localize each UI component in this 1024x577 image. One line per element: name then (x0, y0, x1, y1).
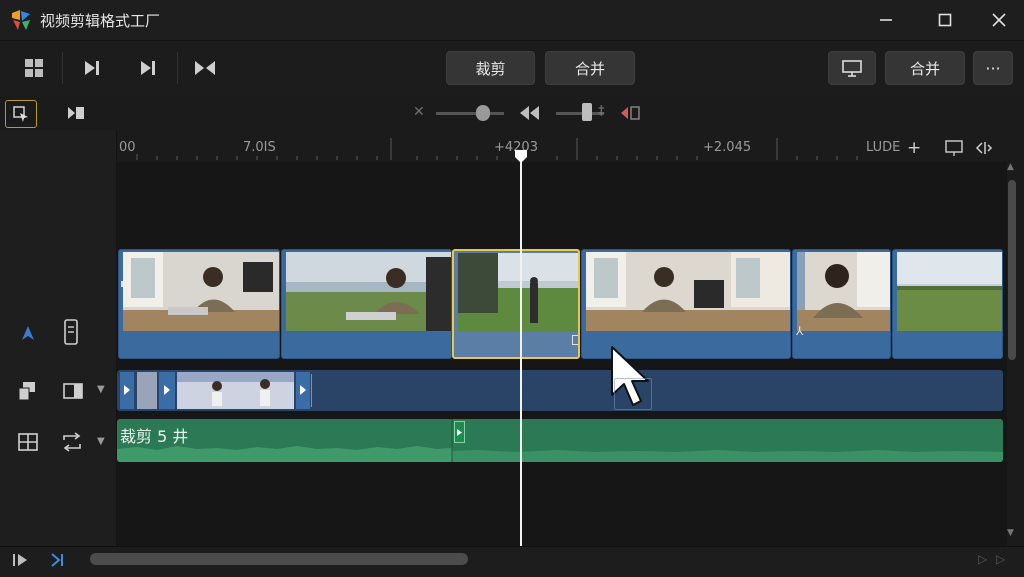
video-clip[interactable] (118, 249, 280, 359)
collapse-icon[interactable] (974, 139, 994, 161)
preview-screen-button[interactable] (828, 51, 876, 85)
overlay-clip-divider (311, 374, 312, 407)
window-title: 视频剪辑格式工厂 (40, 12, 161, 30)
toolbar-divider (62, 52, 63, 84)
overlay-clip-marker[interactable] (296, 372, 310, 409)
overlay-clip-marker[interactable] (159, 372, 175, 409)
skip-to-end-icon[interactable] (133, 54, 163, 82)
go-to-start-icon[interactable] (11, 552, 31, 572)
scroll-right-icon[interactable]: ▷ (978, 552, 987, 566)
overlay-track-icon[interactable] (62, 382, 84, 404)
playhead-handle[interactable] (513, 148, 529, 164)
playhead-line[interactable] (520, 150, 522, 546)
loop-icon[interactable] (60, 432, 84, 456)
merge-right-button[interactable]: 合并 (885, 51, 965, 85)
clip-corner-handle[interactable] (572, 335, 578, 345)
track-header-panel (0, 130, 117, 546)
video-clip[interactable]: ⅄ (792, 249, 891, 359)
zoom-slider-track[interactable] (436, 112, 504, 115)
video-clip[interactable] (892, 249, 1003, 359)
more-options-button[interactable]: ··· (973, 51, 1013, 85)
layout-grid-icon[interactable] (19, 54, 49, 82)
clip-thumbnail (586, 252, 790, 331)
scroll-up-icon[interactable]: ▲ (1007, 162, 1014, 172)
rewind-icon[interactable] (517, 104, 541, 126)
clip-thumbnail (123, 252, 279, 331)
vertical-scrollbar[interactable] (1008, 180, 1016, 360)
fit-timeline-icon[interactable] (944, 139, 964, 161)
control-row (0, 96, 1024, 130)
clip-handle[interactable]: ⅄ (796, 324, 803, 338)
close-button[interactable] (979, 6, 1019, 34)
speed-slider-handle[interactable] (582, 103, 592, 121)
chevron-down-icon[interactable]: ▼ (97, 436, 105, 447)
app-logo-icon (10, 9, 32, 31)
selected-video-clip[interactable] (452, 249, 580, 359)
video-clip[interactable] (581, 249, 791, 359)
monitor-icon (842, 60, 862, 77)
overlay-clip-thumbnail (177, 372, 294, 409)
drag-ghost-outline (614, 378, 652, 410)
zoom-in-icon[interactable]: + (907, 138, 921, 158)
next-frame-icon[interactable] (77, 54, 107, 82)
horizontal-scrollbar[interactable] (90, 553, 468, 565)
clip-thumbnail (286, 252, 451, 331)
layers-icon[interactable] (17, 380, 39, 406)
minimize-button[interactable] (866, 6, 906, 34)
ruler-tick-label: LUDE (866, 140, 901, 155)
audio-split-icon[interactable] (17, 431, 39, 457)
split-icon[interactable] (190, 54, 220, 82)
trim-button[interactable]: 裁剪 (446, 51, 535, 85)
ripple-icon[interactable] (66, 104, 86, 126)
select-tool-icon (13, 106, 28, 122)
overlay-clip-marker[interactable] (120, 372, 134, 409)
chevron-down-icon[interactable]: ▼ (97, 384, 105, 395)
ruler-tick-label: +2.045 (703, 140, 752, 155)
audio-track[interactable] (117, 419, 1003, 462)
audio-track-label: 裁剪 5 井 (120, 427, 189, 446)
snap-icon[interactable] (49, 552, 69, 572)
overlay-clip-thumbnail (137, 372, 157, 409)
clip-thumbnail (797, 252, 890, 331)
ruler-tick-label: 7.0IS (243, 140, 276, 155)
merge-button[interactable]: 合并 (545, 51, 635, 85)
clip-thumbnail (897, 252, 1002, 331)
speed-slider-track[interactable] (556, 112, 604, 115)
phone-device-icon[interactable] (63, 318, 79, 350)
scroll-right-icon[interactable]: ▷ (996, 552, 1005, 566)
select-tool-button[interactable] (5, 100, 37, 128)
audio-keyframe-marker[interactable] (454, 421, 465, 443)
ruler-tick-label: 00 (119, 140, 136, 155)
marker-red-icon[interactable] (619, 104, 645, 126)
zoom-slider-handle[interactable] (476, 105, 490, 121)
toolbar-divider (177, 52, 178, 84)
x-icon: ✕ (413, 104, 425, 120)
clip-thumbnail (458, 253, 578, 332)
video-clip[interactable] (281, 249, 452, 359)
scroll-down-icon[interactable]: ▼ (1007, 528, 1014, 538)
cursor-arrow-icon[interactable] (20, 324, 36, 346)
clip-handle[interactable] (121, 281, 123, 287)
maximize-button[interactable] (925, 6, 965, 34)
plus-minus-icon: ‡ (598, 104, 605, 119)
